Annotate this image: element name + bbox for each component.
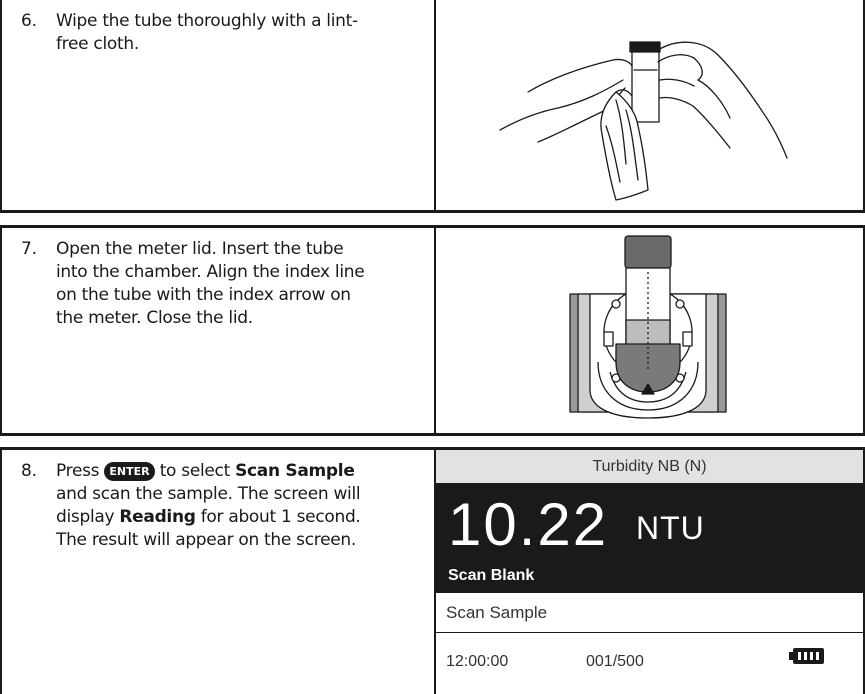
step-text-fragment: Press	[56, 461, 100, 481]
screen-title: Turbidity NB (N)	[436, 450, 863, 484]
step-instructions: Wipe the tube thoroughly with a lint- fr…	[56, 10, 416, 56]
step-text-line: The result will appear on the screen.	[56, 530, 356, 550]
column-divider	[434, 228, 436, 433]
reading-unit: NTU	[636, 510, 705, 546]
step-text-emphasis: Reading	[119, 507, 196, 527]
menu-item-scan-blank: Scan Blank	[448, 567, 535, 584]
step-number: 8.	[21, 461, 37, 481]
record-counter: 001/500	[586, 653, 644, 670]
table-border-left	[0, 228, 2, 433]
step-row-8: 8. Press ENTER to select Scan Sample and…	[0, 447, 865, 694]
step-text-emphasis: Scan Sample	[235, 461, 355, 481]
step-number: 6.	[21, 11, 37, 31]
step-text-line: and scan the sample. The screen will	[56, 484, 361, 504]
table-border-left	[0, 0, 2, 210]
enter-key-icon: ENTER	[104, 462, 155, 481]
hands-wiping-tube-illustration	[499, 41, 788, 201]
step-text-line: the meter. Close the lid.	[56, 308, 253, 328]
menu-item-scan-sample: Scan Sample	[436, 593, 863, 633]
step-instructions: Press ENTER to select Scan Sample and sc…	[56, 460, 416, 552]
step-text-line: into the chamber. Align the index line	[56, 262, 365, 282]
step-number: 7.	[21, 239, 37, 259]
reading-value: 10.22	[448, 491, 609, 558]
step-text-line: free cloth.	[56, 34, 139, 54]
meter-screen: Turbidity NB (N) 10.22 NTU Scan Blank Sc…	[436, 450, 863, 694]
step-text-line: Press ENTER to select Scan Sample	[56, 460, 416, 483]
step-text-fragment: display	[56, 507, 115, 527]
step-row-6: 6. Wipe the tube thoroughly with a lint-…	[0, 0, 865, 213]
step-text-line: Wipe the tube thoroughly with a lint-	[56, 11, 358, 31]
battery-full-icon	[789, 648, 824, 664]
step-row-7: 7. Open the meter lid. Insert the tube i…	[0, 225, 865, 436]
column-divider	[434, 0, 436, 210]
step-text-line: display Reading for about 1 second.	[56, 506, 416, 529]
step-instructions: Open the meter lid. Insert the tube into…	[56, 238, 416, 330]
step-text-fragment: for about 1 second.	[200, 507, 361, 527]
table-border-left	[0, 450, 2, 694]
screen-status-bar: 12:00:00 001/500	[436, 634, 863, 694]
screen-reading-panel: 10.22 NTU Scan Blank	[436, 484, 863, 593]
step-text-line: Open the meter lid. Insert the tube	[56, 239, 344, 259]
tube-in-chamber-illustration	[569, 235, 727, 419]
step-text-fragment: to select	[159, 461, 231, 481]
step-text-line: on the tube with the index arrow on	[56, 285, 351, 305]
clock-time: 12:00:00	[446, 653, 509, 670]
